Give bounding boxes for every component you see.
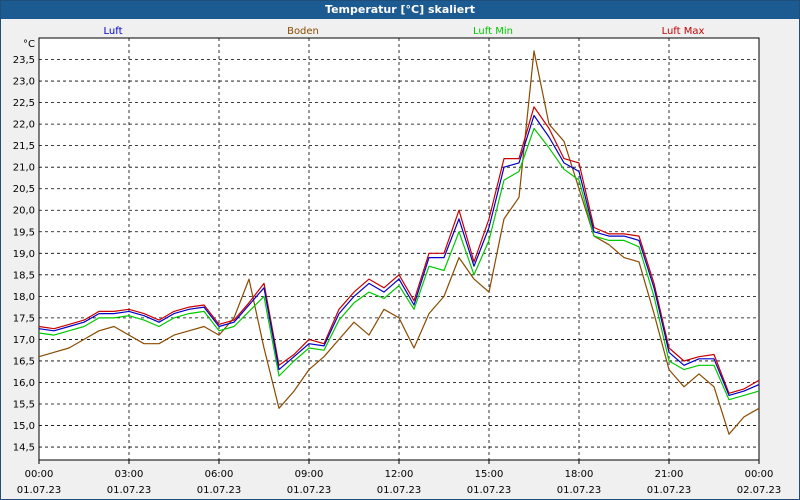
y-tick-label: 21,5 bbox=[13, 141, 35, 152]
y-tick-label: 15,5 bbox=[13, 400, 35, 411]
legend-entry-luft: Luft bbox=[104, 26, 123, 37]
y-tick-label: 17,5 bbox=[13, 313, 35, 324]
x-tick-time: 21:00 bbox=[655, 469, 684, 480]
y-tick-label: 15,0 bbox=[13, 421, 35, 432]
x-tick-time: 06:00 bbox=[205, 469, 234, 480]
x-tick-date: 02.07.23 bbox=[737, 485, 782, 496]
x-tick-date: 01.07.23 bbox=[377, 485, 422, 496]
y-tick-label: 20,5 bbox=[13, 184, 35, 195]
x-tick-time: 18:00 bbox=[565, 469, 594, 480]
y-tick-label: 16,0 bbox=[13, 378, 35, 389]
legend-entry-luft-max: Luft Max bbox=[662, 26, 705, 37]
y-tick-label: 20,0 bbox=[13, 206, 35, 217]
temperature-chart: 14,5 15,0 15,5 16,0 16,5 17,0 17,5 18,0 18,5 19,0… bbox=[13, 26, 782, 496]
x-tick-time: 09:00 bbox=[295, 469, 324, 480]
y-tick-label: 18,0 bbox=[13, 292, 35, 303]
x-tick-time: 00:00 bbox=[745, 469, 774, 480]
x-tick-date: 01.07.23 bbox=[287, 485, 332, 496]
y-tick-label: 18,5 bbox=[13, 270, 35, 281]
x-tick-time: 03:00 bbox=[115, 469, 144, 480]
x-tick-date: 01.07.23 bbox=[17, 485, 62, 496]
y-tick-label: 21,0 bbox=[13, 163, 35, 174]
y-axis-label: °C bbox=[23, 39, 35, 50]
y-tick-label: 17,0 bbox=[13, 335, 35, 346]
x-tick-date: 01.07.23 bbox=[197, 485, 242, 496]
y-tick-label: 16,5 bbox=[13, 356, 35, 367]
y-tick-label: 23,0 bbox=[13, 77, 35, 88]
x-tick-time: 15:00 bbox=[475, 469, 504, 480]
y-tick-label: 19,5 bbox=[13, 227, 35, 238]
y-tick-label: 19,0 bbox=[13, 249, 35, 260]
x-tick-date: 01.07.23 bbox=[647, 485, 692, 496]
y-tick-label: 22,0 bbox=[13, 120, 35, 131]
legend-entry-boden: Boden bbox=[287, 26, 319, 37]
x-tick-time: 12:00 bbox=[385, 469, 414, 480]
x-tick-time: 00:00 bbox=[25, 469, 54, 480]
legend-entry-luft-min: Luft Min bbox=[473, 26, 513, 37]
y-tick-label: 23,5 bbox=[13, 55, 35, 66]
y-tick-label: 14,5 bbox=[13, 443, 35, 454]
x-tick-date: 01.07.23 bbox=[467, 485, 512, 496]
x-tick-date: 01.07.23 bbox=[557, 485, 602, 496]
x-tick-date: 01.07.23 bbox=[107, 485, 152, 496]
y-tick-label: 22,5 bbox=[13, 98, 35, 109]
